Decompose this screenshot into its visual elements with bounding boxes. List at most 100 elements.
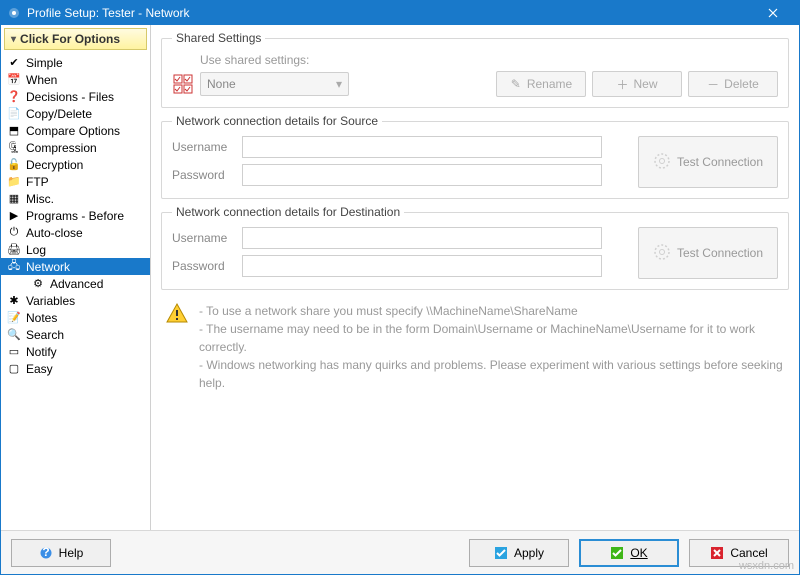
watermark: wsxdn.com <box>739 560 794 572</box>
notes-icon: 📝 <box>7 311 21 325</box>
source-password-input[interactable] <box>242 164 602 186</box>
variables-icon: ✱ <box>7 294 21 308</box>
sidebar-item-label: Decryption <box>26 158 83 172</box>
button-label: Test Connection <box>677 155 763 169</box>
button-label: Apply <box>514 546 544 560</box>
programs-icon: ▶ <box>7 209 21 223</box>
note-line: - Windows networking has many quirks and… <box>199 356 785 392</box>
sidebar-item-notify[interactable]: ▭Notify <box>1 343 150 360</box>
sidebar-item-easy[interactable]: ▢Easy <box>1 360 150 377</box>
sidebar-item-label: Misc. <box>26 192 54 206</box>
dest-user-label: Username <box>172 231 232 245</box>
button-label: Cancel <box>730 546 767 560</box>
gear-icon: ⚙ <box>31 277 45 291</box>
note-line: - The username may need to be in the for… <box>199 320 785 356</box>
misc-icon: ▦ <box>7 192 21 206</box>
dest-group: Network connection details for Destinati… <box>161 205 789 290</box>
sidebar-item-label: Notes <box>26 311 57 325</box>
gear-icon <box>653 243 671 264</box>
sidebar-item-label: Advanced <box>50 277 103 291</box>
cancel-icon <box>710 546 724 560</box>
sidebar-item-advanced[interactable]: ⚙ Advanced <box>1 275 150 292</box>
decisions-icon: ❓ <box>7 90 21 104</box>
sidebar-item-label: Log <box>26 243 46 257</box>
compress-icon: 🗜 <box>7 141 21 155</box>
close-icon <box>768 8 778 18</box>
dest-password-input[interactable] <box>242 255 602 277</box>
info-note: - To use a network share you must specif… <box>161 296 789 392</box>
window: Profile Setup: Tester - Network ▾ Click … <box>0 0 800 575</box>
content: Shared Settings Use shared settings: Non… <box>151 25 799 530</box>
footer: ?Help Apply OK Cancel <box>1 530 799 574</box>
sidebar-item-label: FTP <box>26 175 49 189</box>
dest-legend: Network connection details for Destinati… <box>172 205 404 219</box>
shared-settings-dropdown[interactable]: None <box>200 72 349 96</box>
button-label: Test Connection <box>677 246 763 260</box>
sidebar-item-variables[interactable]: ✱ Variables <box>1 292 150 309</box>
button-label: OK <box>630 546 647 560</box>
sidebar-item-label: Programs - Before <box>26 209 124 223</box>
sidebar-item-misc[interactable]: ▦ Misc. <box>1 190 150 207</box>
source-pass-label: Password <box>172 168 232 182</box>
sidebar-item-label: Compare Options <box>26 124 120 138</box>
sidebar-item-ftp[interactable]: 📁FTP <box>1 173 150 190</box>
ok-button[interactable]: OK <box>579 539 679 567</box>
chevron-down-icon: ▾ <box>11 34 16 45</box>
sidebar-item-notes[interactable]: 📝 Notes <box>1 309 150 326</box>
sidebar-item-copydelete[interactable]: 📄 Copy/Delete <box>1 105 150 122</box>
source-test-button[interactable]: Test Connection <box>638 136 778 188</box>
dest-test-button[interactable]: Test Connection <box>638 227 778 279</box>
sidebar-item-simple[interactable]: ✔Simple <box>1 54 150 71</box>
options-header[interactable]: ▾ Click For Options <box>4 28 147 50</box>
app-icon <box>7 6 21 20</box>
shared-settings-group: Shared Settings Use shared settings: Non… <box>161 31 789 108</box>
sidebar-item-label: Simple <box>26 56 63 70</box>
dest-username-input[interactable] <box>242 227 602 249</box>
checklist-icon <box>172 73 194 95</box>
sidebar-item-when[interactable]: 📅 When <box>1 71 150 88</box>
new-button[interactable]: ＋New <box>592 71 682 97</box>
button-label: Rename <box>527 77 572 91</box>
sidebar-item-compression[interactable]: 🗜Compression <box>1 139 150 156</box>
sidebar-item-network[interactable]: 🖧Network <box>1 258 150 275</box>
sidebar-item-label: Easy <box>26 362 53 376</box>
dest-pass-label: Password <box>172 259 232 273</box>
notify-icon: ▭ <box>7 345 21 359</box>
autoclose-icon: ⏻ <box>7 226 21 240</box>
sidebar: ▾ Click For Options ✔Simple 📅 When ❓ Decis… <box>1 25 151 530</box>
sidebar-tree: ✔Simple 📅 When ❓ Decisions - Files 📄 Copy/D… <box>1 53 150 530</box>
sidebar-item-decisions[interactable]: ❓ Decisions - Files <box>1 88 150 105</box>
close-button[interactable] <box>753 1 793 25</box>
delete-button[interactable]: －Delete <box>688 71 778 97</box>
source-username-input[interactable] <box>242 136 602 158</box>
sidebar-item-label: Copy/Delete <box>26 107 92 121</box>
note-line: - To use a network share you must specif… <box>199 302 785 320</box>
lock-icon: 🔓 <box>7 158 21 172</box>
apply-button[interactable]: Apply <box>469 539 569 567</box>
sidebar-item-decryption[interactable]: 🔓 Decryption <box>1 156 150 173</box>
window-title: Profile Setup: Tester - Network <box>27 6 753 20</box>
sidebar-item-compare[interactable]: ⬒Compare Options <box>1 122 150 139</box>
search-icon: 🔍 <box>7 328 21 342</box>
sidebar-item-programs[interactable]: ▶ Programs - Before <box>1 207 150 224</box>
sidebar-item-search[interactable]: 🔍 Search <box>1 326 150 343</box>
sidebar-item-label: Decisions - Files <box>26 90 114 104</box>
minus-icon: － <box>707 78 719 90</box>
edit-icon: ✎ <box>510 78 522 90</box>
help-button[interactable]: ?Help <box>11 539 111 567</box>
sidebar-item-label: Auto-close <box>26 226 83 240</box>
sidebar-item-label: Variables <box>26 294 75 308</box>
apply-icon <box>494 546 508 560</box>
sidebar-item-label: Search <box>26 328 64 342</box>
sidebar-item-autoclose[interactable]: ⏻ Auto-close <box>1 224 150 241</box>
sidebar-item-label: Network <box>26 260 70 274</box>
calendar-icon: 📅 <box>7 73 21 87</box>
sidebar-item-log[interactable]: 🖨 Log <box>1 241 150 258</box>
titlebar: Profile Setup: Tester - Network <box>1 1 799 25</box>
rename-button[interactable]: ✎ Rename <box>496 71 586 97</box>
svg-text:?: ? <box>42 547 49 559</box>
copy-icon: 📄 <box>7 107 21 121</box>
log-icon: 🖨 <box>7 243 21 257</box>
sidebar-item-label: When <box>26 73 57 87</box>
body: ▾ Click For Options ✔Simple 📅 When ❓ Decis… <box>1 25 799 530</box>
